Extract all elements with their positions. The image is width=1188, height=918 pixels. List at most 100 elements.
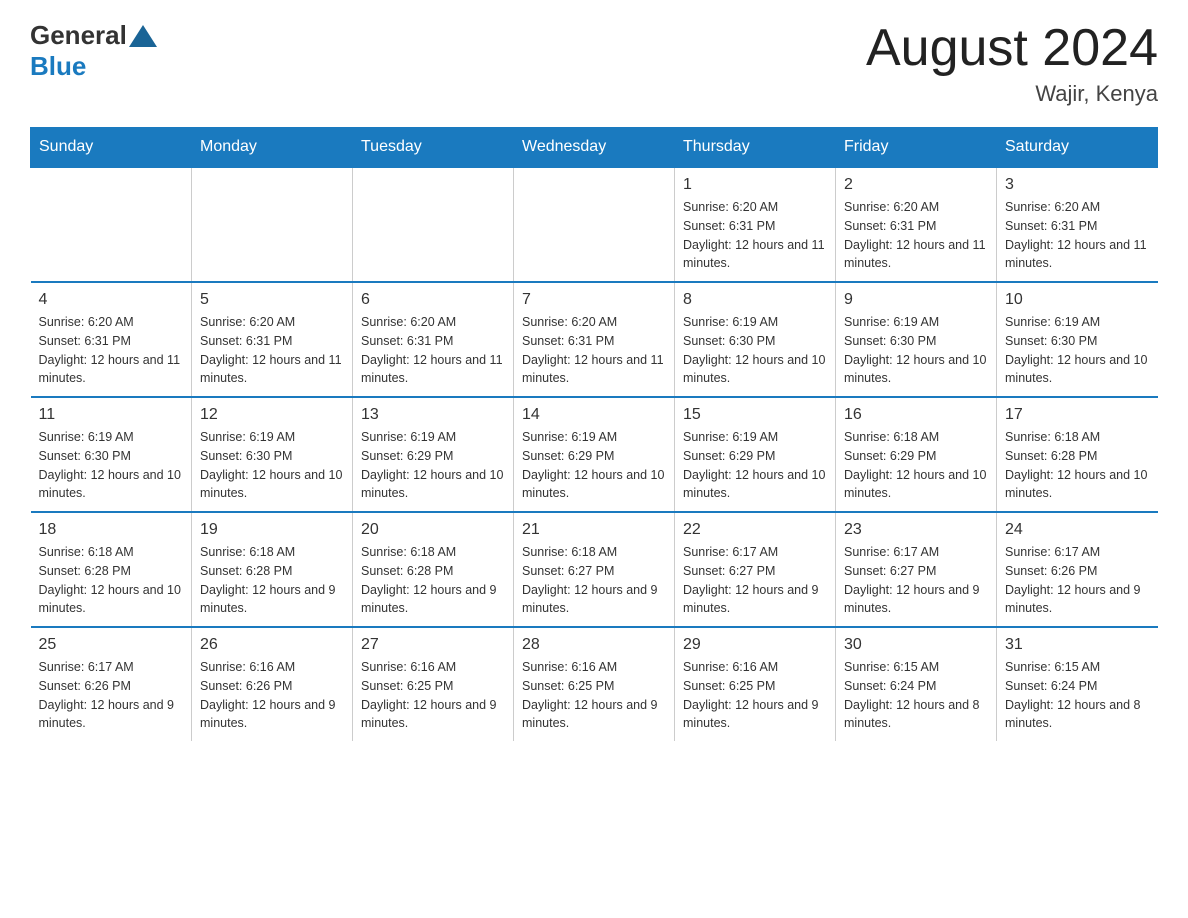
day-number: 25 <box>39 636 184 654</box>
day-info: Sunrise: 6:15 AM Sunset: 6:24 PM Dayligh… <box>844 658 988 733</box>
day-cell: 2Sunrise: 6:20 AM Sunset: 6:31 PM Daylig… <box>836 167 997 282</box>
day-cell: 10 Sunrise: 6:19 AM Sunset: 6:30 PM Dayli… <box>997 282 1158 397</box>
day-number: 12 <box>200 406 344 424</box>
day-info: Sunrise: 6:18 AM Sunset: 6:28 PM Dayligh… <box>39 543 184 618</box>
day-number: 18 <box>39 521 184 539</box>
day-cell <box>31 167 192 282</box>
day-cell: 17 Sunrise: 6:18 AM Sunset: 6:28 PM Dayli… <box>997 397 1158 512</box>
week-row-5: 25 Sunrise: 6:17 AM Sunset: 6:26 PM Dayli… <box>31 627 1158 741</box>
day-info: Sunrise: 6:19 AM Sunset: 6:29 PM Dayligh… <box>683 428 827 503</box>
day-number: 19 <box>200 521 344 539</box>
month-title: August 2024 <box>866 20 1158 77</box>
header-day-saturday: Saturday <box>997 128 1158 168</box>
day-number: 5 <box>200 291 344 309</box>
day-number: 24 <box>1005 521 1150 539</box>
location-text: Wajir, Kenya <box>866 81 1158 107</box>
day-cell: 30 Sunrise: 6:15 AM Sunset: 6:24 PM Dayli… <box>836 627 997 741</box>
day-info: Sunrise: 6:20 AM Sunset: 6:31 PM Dayligh… <box>683 198 827 273</box>
day-number: 11 <box>39 406 184 424</box>
day-cell: 27 Sunrise: 6:16 AM Sunset: 6:25 PM Dayli… <box>353 627 514 741</box>
day-cell <box>353 167 514 282</box>
day-cell: 21 Sunrise: 6:18 AM Sunset: 6:27 PM Dayli… <box>514 512 675 627</box>
day-cell: 20Sunrise: 6:18 AM Sunset: 6:28 PM Dayli… <box>353 512 514 627</box>
day-number: 30 <box>844 636 988 654</box>
day-number: 6 <box>361 291 505 309</box>
header-day-monday: Monday <box>192 128 353 168</box>
day-cell: 19Sunrise: 6:18 AM Sunset: 6:28 PM Dayli… <box>192 512 353 627</box>
logo-block: General Blue <box>30 20 159 82</box>
day-info: Sunrise: 6:20 AM Sunset: 6:31 PM Dayligh… <box>1005 198 1150 273</box>
day-info: Sunrise: 6:19 AM Sunset: 6:30 PM Dayligh… <box>39 428 184 503</box>
day-cell: 3Sunrise: 6:20 AM Sunset: 6:31 PM Daylig… <box>997 167 1158 282</box>
week-row-3: 11 Sunrise: 6:19 AM Sunset: 6:30 PM Dayli… <box>31 397 1158 512</box>
day-cell: 26 Sunrise: 6:16 AM Sunset: 6:26 PM Dayli… <box>192 627 353 741</box>
day-number: 20 <box>361 521 505 539</box>
week-row-4: 18 Sunrise: 6:18 AM Sunset: 6:28 PM Dayli… <box>31 512 1158 627</box>
day-number: 27 <box>361 636 505 654</box>
day-cell: 11 Sunrise: 6:19 AM Sunset: 6:30 PM Dayli… <box>31 397 192 512</box>
day-info: Sunrise: 6:17 AM Sunset: 6:26 PM Dayligh… <box>39 658 184 733</box>
day-cell: 5 Sunrise: 6:20 AM Sunset: 6:31 PM Daylig… <box>192 282 353 397</box>
day-info: Sunrise: 6:19 AM Sunset: 6:29 PM Dayligh… <box>522 428 666 503</box>
day-cell: 18 Sunrise: 6:18 AM Sunset: 6:28 PM Dayli… <box>31 512 192 627</box>
day-cell: 9Sunrise: 6:19 AM Sunset: 6:30 PM Daylig… <box>836 282 997 397</box>
day-cell: 15 Sunrise: 6:19 AM Sunset: 6:29 PM Dayli… <box>675 397 836 512</box>
day-info: Sunrise: 6:19 AM Sunset: 6:30 PM Dayligh… <box>200 428 344 503</box>
header-day-thursday: Thursday <box>675 128 836 168</box>
day-info: Sunrise: 6:16 AM Sunset: 6:25 PM Dayligh… <box>522 658 666 733</box>
day-info: Sunrise: 6:20 AM Sunset: 6:31 PM Dayligh… <box>844 198 988 273</box>
day-number: 15 <box>683 406 827 424</box>
day-cell: 29 Sunrise: 6:16 AM Sunset: 6:25 PM Dayli… <box>675 627 836 741</box>
day-number: 7 <box>522 291 666 309</box>
day-info: Sunrise: 6:16 AM Sunset: 6:25 PM Dayligh… <box>361 658 505 733</box>
day-cell: 25 Sunrise: 6:17 AM Sunset: 6:26 PM Dayli… <box>31 627 192 741</box>
day-number: 22 <box>683 521 827 539</box>
day-info: Sunrise: 6:19 AM Sunset: 6:30 PM Dayligh… <box>1005 313 1150 388</box>
day-number: 26 <box>200 636 344 654</box>
calendar-body: 1 Sunrise: 6:20 AM Sunset: 6:31 PM Daylig… <box>31 167 1158 741</box>
day-info: Sunrise: 6:16 AM Sunset: 6:26 PM Dayligh… <box>200 658 344 733</box>
day-cell: 24Sunrise: 6:17 AM Sunset: 6:26 PM Dayli… <box>997 512 1158 627</box>
day-number: 8 <box>683 291 827 309</box>
day-number: 17 <box>1005 406 1150 424</box>
day-info: Sunrise: 6:17 AM Sunset: 6:27 PM Dayligh… <box>844 543 988 618</box>
day-info: Sunrise: 6:19 AM Sunset: 6:30 PM Dayligh… <box>844 313 988 388</box>
day-cell: 12 Sunrise: 6:19 AM Sunset: 6:30 PM Dayli… <box>192 397 353 512</box>
day-number: 21 <box>522 521 666 539</box>
header-day-wednesday: Wednesday <box>514 128 675 168</box>
day-info: Sunrise: 6:20 AM Sunset: 6:31 PM Dayligh… <box>39 313 184 388</box>
day-number: 13 <box>361 406 505 424</box>
day-info: Sunrise: 6:20 AM Sunset: 6:31 PM Dayligh… <box>361 313 505 388</box>
day-number: 29 <box>683 636 827 654</box>
day-info: Sunrise: 6:18 AM Sunset: 6:27 PM Dayligh… <box>522 543 666 618</box>
week-row-1: 1 Sunrise: 6:20 AM Sunset: 6:31 PM Daylig… <box>31 167 1158 282</box>
title-block: August 2024 Wajir, Kenya <box>866 20 1158 107</box>
day-number: 28 <box>522 636 666 654</box>
day-cell: 23Sunrise: 6:17 AM Sunset: 6:27 PM Dayli… <box>836 512 997 627</box>
day-cell: 8 Sunrise: 6:19 AM Sunset: 6:30 PM Daylig… <box>675 282 836 397</box>
week-row-2: 4Sunrise: 6:20 AM Sunset: 6:31 PM Daylig… <box>31 282 1158 397</box>
day-number: 1 <box>683 176 827 194</box>
page-header: General Blue August 2024 Wajir, Kenya <box>30 20 1158 107</box>
day-number: 10 <box>1005 291 1150 309</box>
day-info: Sunrise: 6:16 AM Sunset: 6:25 PM Dayligh… <box>683 658 827 733</box>
header-row: SundayMondayTuesdayWednesdayThursdayFrid… <box>31 128 1158 168</box>
day-number: 31 <box>1005 636 1150 654</box>
header-day-sunday: Sunday <box>31 128 192 168</box>
day-cell <box>192 167 353 282</box>
day-info: Sunrise: 6:18 AM Sunset: 6:28 PM Dayligh… <box>1005 428 1150 503</box>
day-info: Sunrise: 6:19 AM Sunset: 6:30 PM Dayligh… <box>683 313 827 388</box>
day-cell: 14Sunrise: 6:19 AM Sunset: 6:29 PM Dayli… <box>514 397 675 512</box>
day-cell: 16 Sunrise: 6:18 AM Sunset: 6:29 PM Dayli… <box>836 397 997 512</box>
day-info: Sunrise: 6:20 AM Sunset: 6:31 PM Dayligh… <box>200 313 344 388</box>
day-cell: 4Sunrise: 6:20 AM Sunset: 6:31 PM Daylig… <box>31 282 192 397</box>
logo-triangle-icon <box>129 25 157 47</box>
header-day-tuesday: Tuesday <box>353 128 514 168</box>
day-cell: 31Sunrise: 6:15 AM Sunset: 6:24 PM Dayli… <box>997 627 1158 741</box>
day-cell: 13Sunrise: 6:19 AM Sunset: 6:29 PM Dayli… <box>353 397 514 512</box>
logo-blue-text: Blue <box>30 51 159 82</box>
logo-general-text: General <box>30 20 127 51</box>
day-number: 16 <box>844 406 988 424</box>
logo: General Blue <box>30 20 159 82</box>
day-info: Sunrise: 6:18 AM Sunset: 6:29 PM Dayligh… <box>844 428 988 503</box>
